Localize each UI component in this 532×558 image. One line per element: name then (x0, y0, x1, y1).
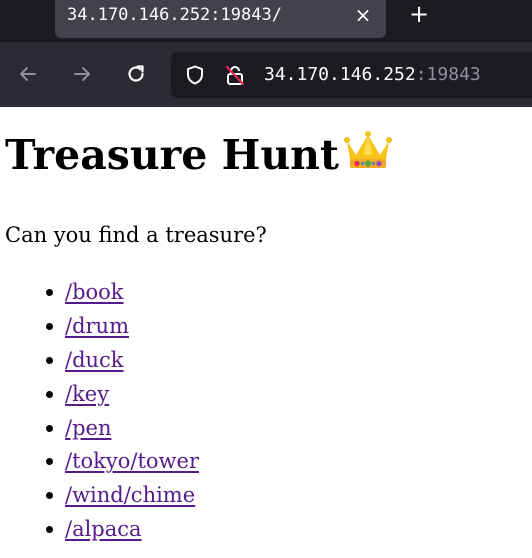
bullet-icon (46, 390, 53, 398)
treasure-link[interactable]: /pen (65, 416, 111, 440)
tab-close-icon[interactable]: × (351, 1, 375, 29)
list-item: /key (46, 379, 199, 413)
list-item: /pen (46, 413, 199, 447)
insecure-lock-icon[interactable] (223, 63, 247, 87)
tab-strip: 34.170.146.252:19843/ × + (0, 0, 532, 42)
list-item: /drum (46, 311, 199, 345)
treasure-link-list: /book/drum/duck/key/pen/tokyo/tower/wind… (0, 277, 199, 548)
crown-icon (343, 129, 393, 184)
treasure-link[interactable]: /book (65, 280, 124, 304)
forward-arrow-icon[interactable] (66, 56, 98, 92)
bullet-icon (46, 492, 53, 500)
treasure-link[interactable]: /wind/chime (65, 483, 195, 507)
bullet-icon (46, 322, 53, 330)
list-item: /tokyo/tower (46, 446, 199, 480)
list-item: /wind/chime (46, 480, 199, 514)
treasure-link[interactable]: /alpaca (65, 517, 142, 541)
treasure-link[interactable]: /tokyo/tower (65, 449, 199, 473)
treasure-link[interactable]: /key (65, 382, 109, 406)
list-item: /alpaca (46, 514, 199, 548)
list-item: /book (46, 277, 199, 311)
intro-text: Can you find a treasure? (5, 223, 267, 247)
tracking-protection-shield-icon[interactable] (183, 63, 207, 87)
page-title: Treasure Hunt (5, 129, 393, 184)
bullet-icon (46, 458, 53, 466)
list-item: /duck (46, 345, 199, 379)
reload-icon[interactable] (120, 56, 152, 92)
back-arrow-icon[interactable] (12, 56, 44, 92)
page-title-text: Treasure Hunt (5, 131, 339, 179)
url-bar[interactable]: 34.170.146.252:19843 (171, 52, 532, 98)
bullet-icon (46, 424, 53, 432)
bullet-icon (46, 356, 53, 364)
treasure-link[interactable]: /duck (65, 348, 124, 372)
bullet-icon (46, 526, 53, 534)
url-host: 34.170.146.252 (264, 64, 416, 85)
page-content: Treasure Hunt Can you find a treasure? /… (0, 107, 532, 558)
tab-title: 34.170.146.252:19843/ (67, 5, 282, 25)
url-port: :19843 (415, 64, 481, 85)
bullet-icon (46, 289, 53, 296)
active-tab[interactable]: 34.170.146.252:19843/ (55, 0, 386, 38)
url-text[interactable]: 34.170.146.252:19843 (264, 52, 481, 98)
new-tab-icon[interactable]: + (404, 0, 434, 30)
treasure-link[interactable]: /drum (65, 314, 129, 338)
